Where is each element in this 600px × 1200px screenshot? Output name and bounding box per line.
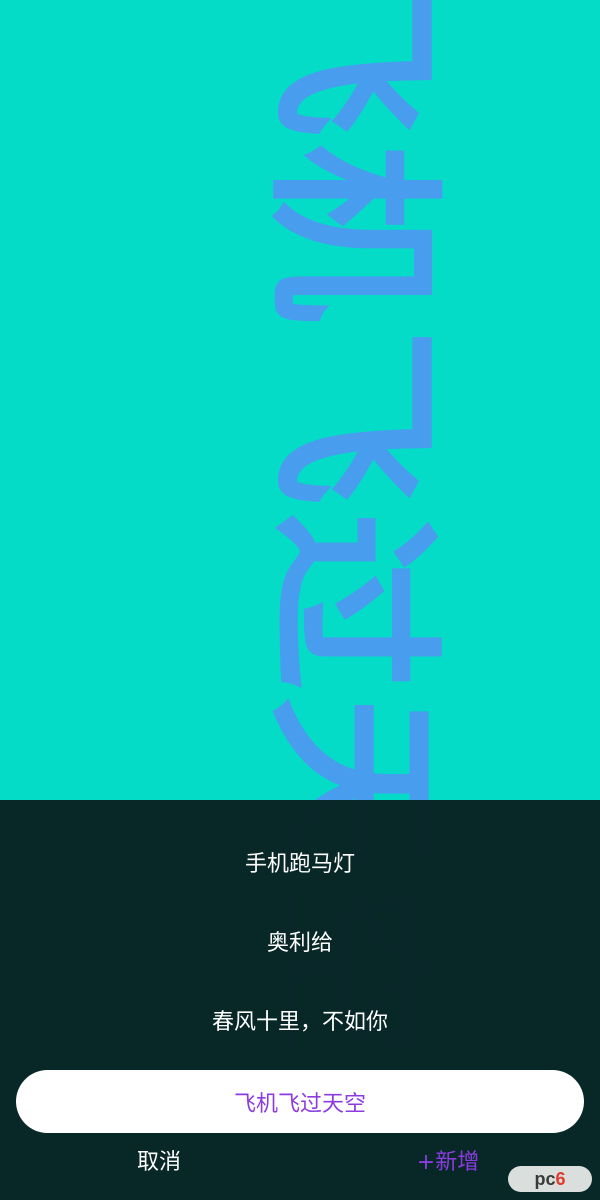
bottom-sheet: 手机跑马灯 奥利给 春风十里，不如你 取消 +新增 [0,800,600,1200]
marquee-text-input[interactable] [16,1070,584,1133]
marquee-display: 飞机飞过天空 [0,0,600,1064]
preset-item[interactable]: 奥利给 [0,914,600,974]
cancel-button[interactable]: 取消 [114,1143,204,1183]
watermark-pc: pc [534,1169,556,1189]
preset-item[interactable]: 春风十里，不如你 [0,993,600,1053]
watermark-six: 6 [555,1169,566,1189]
add-button[interactable]: +新增 [400,1143,496,1183]
watermark-logo: pc6 [508,1166,592,1192]
preset-item[interactable]: 手机跑马灯 [0,835,600,895]
app-screen: 飞机飞过天空 手机跑马灯 奥利给 春风十里，不如你 取消 +新增 pc6 [0,0,600,1200]
